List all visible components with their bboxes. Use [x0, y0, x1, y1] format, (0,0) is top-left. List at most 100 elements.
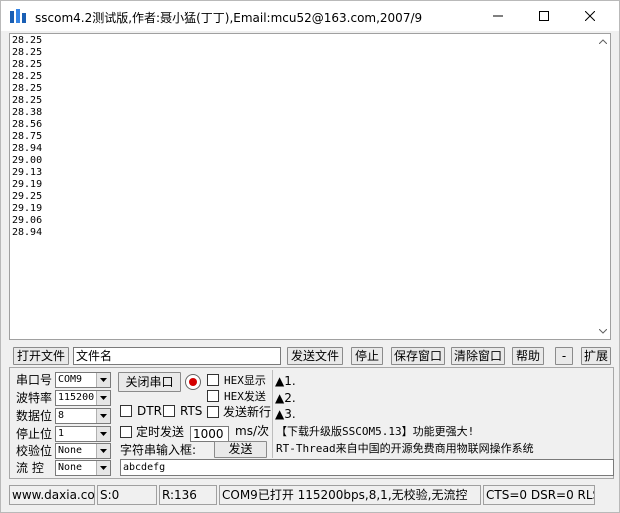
receive-scrollbar[interactable] [595, 34, 610, 339]
port-status-led [185, 374, 201, 390]
maximize-icon [539, 11, 549, 21]
receive-line: 29.13 [12, 167, 43, 178]
stop-button[interactable]: 停止 [351, 347, 383, 365]
chevron-down-icon [100, 378, 107, 382]
receive-line: 28.94 [12, 143, 43, 154]
scroll-down-button[interactable] [595, 324, 610, 339]
baud-label: 波特率 [16, 391, 53, 405]
receive-lines: 28.25 28.25 28.25 28.25 28.25 28.25 28.38 28.56… [12, 35, 42, 239]
receive-line: 28.25 [12, 59, 43, 70]
send-file-button[interactable]: 发送文件 [287, 347, 343, 365]
port-label: 串口号 [16, 373, 53, 387]
dtr-checkbox[interactable] [120, 405, 132, 417]
title-bar[interactable]: sscom4.2测试版,作者:聂小猛(丁丁),Email:mcu52@163.c… [1, 1, 619, 31]
status-received-count: R:136 [159, 485, 217, 505]
stopbits-value: 1 [58, 428, 65, 439]
chevron-down-icon [598, 329, 607, 334]
stopbits-select[interactable]: 1 [55, 426, 111, 442]
databits-value: 8 [58, 410, 65, 421]
open-file-button[interactable]: 打开文件 [13, 347, 69, 365]
status-sent-count: S:0 [97, 485, 157, 505]
parity-select[interactable]: None [55, 443, 111, 459]
info-link-1[interactable]: ▲1. [275, 373, 296, 389]
receive-line: 29.06 [12, 215, 43, 226]
databits-select[interactable]: 8 [55, 408, 111, 424]
baud-select[interactable]: 115200 [55, 390, 111, 406]
app-window: sscom4.2测试版,作者:聂小猛(丁丁),Email:mcu52@163.c… [0, 0, 620, 513]
column-divider [272, 370, 273, 458]
parity-label: 校验位 [16, 444, 53, 458]
hex-display-checkbox[interactable] [207, 374, 219, 386]
expand-button[interactable]: 扩展 [581, 347, 611, 365]
receive-line: 28.38 [12, 107, 43, 118]
ad-upgrade-link[interactable]: 【下载升级版SSCOM5.13】功能更强大! [276, 424, 474, 440]
ad-rtthread-link[interactable]: RT-Thread来自中国的开源免费商用物联网操作系统 [276, 441, 534, 457]
settings-panel: 串口号 波特率 数据位 停止位 校验位 流 控 COM9 115200 8 1 … [9, 367, 614, 479]
minimize-button[interactable] [475, 1, 521, 31]
receive-line: 29.00 [12, 155, 43, 166]
app-icon [10, 9, 26, 23]
hex-display-label: HEX显示 [224, 374, 266, 387]
port-dropdown-arrow[interactable] [96, 373, 110, 387]
stopbits-label: 停止位 [16, 427, 53, 441]
clear-window-button[interactable]: 清除窗口 [451, 347, 505, 365]
databits-dropdown-arrow[interactable] [96, 409, 110, 423]
hex-send-checkbox[interactable] [207, 390, 219, 402]
close-port-button[interactable]: 关闭串口 [118, 372, 181, 392]
save-window-button[interactable]: 保存窗口 [391, 347, 445, 365]
timed-send-checkbox[interactable] [120, 426, 132, 438]
send-input[interactable]: abcdefg [120, 459, 614, 476]
port-select[interactable]: COM9 [55, 372, 111, 388]
rts-label: RTS [180, 404, 203, 418]
send-button[interactable]: 发送 [214, 441, 267, 458]
stopbits-dropdown-arrow[interactable] [96, 427, 110, 441]
databits-label: 数据位 [16, 409, 53, 423]
help-button[interactable]: 帮助 [512, 347, 544, 365]
status-website[interactable]: www.daxia.com [9, 485, 95, 505]
send-newline-label: 发送新行 [223, 405, 272, 419]
interval-input[interactable]: 1000 [190, 426, 229, 442]
collapse-button[interactable]: - [555, 347, 573, 365]
chevron-down-icon [100, 432, 107, 436]
receive-textarea[interactable]: 28.25 28.25 28.25 28.25 28.25 28.25 28.38 28.56… [9, 33, 611, 340]
dtr-label: DTR [137, 404, 162, 418]
chevron-up-icon [598, 39, 607, 44]
receive-line: 28.25 [12, 95, 43, 106]
flow-select[interactable]: None [55, 460, 111, 476]
interval-unit-label: ms/次 [235, 424, 269, 438]
flow-dropdown-arrow[interactable] [96, 461, 110, 475]
minimize-icon [493, 15, 503, 17]
parity-dropdown-arrow[interactable] [96, 444, 110, 458]
baud-dropdown-arrow[interactable] [96, 391, 110, 405]
scroll-up-button[interactable] [595, 34, 610, 49]
port-value: COM9 [58, 374, 83, 385]
chevron-down-icon [100, 466, 107, 470]
status-bar: www.daxia.com S:0 R:136 COM9已打开 115200bp… [9, 485, 614, 505]
receive-line: 28.25 [12, 35, 43, 46]
receive-line: 29.19 [12, 203, 43, 214]
receive-line: 28.75 [12, 131, 43, 142]
baud-value: 115200 [58, 392, 95, 403]
receive-line: 29.19 [12, 179, 43, 190]
receive-line: 28.25 [12, 83, 43, 94]
flow-value: None [58, 462, 83, 473]
chevron-down-icon [100, 414, 107, 418]
flow-label: 流 控 [16, 461, 44, 475]
close-icon [585, 11, 595, 21]
receive-line: 28.56 [12, 119, 43, 130]
maximize-button[interactable] [521, 1, 567, 31]
timed-send-label: 定时发送 [136, 425, 185, 439]
chevron-down-icon [100, 449, 107, 453]
file-name-field[interactable]: 文件名 [73, 347, 281, 365]
info-link-2[interactable]: ▲2. [275, 390, 296, 406]
rts-checkbox[interactable] [163, 405, 175, 417]
input-box-label: 字符串输入框: [120, 443, 197, 457]
receive-line: 28.25 [12, 71, 43, 82]
hex-send-label: HEX发送 [224, 390, 266, 403]
receive-line: 28.25 [12, 47, 43, 58]
status-line-signals: CTS=0 DSR=0 RLSD [483, 485, 595, 505]
close-button[interactable] [567, 1, 613, 31]
receive-line: 28.94 [12, 227, 43, 238]
send-newline-checkbox[interactable] [207, 406, 219, 418]
info-link-3[interactable]: ▲3. [275, 406, 296, 422]
